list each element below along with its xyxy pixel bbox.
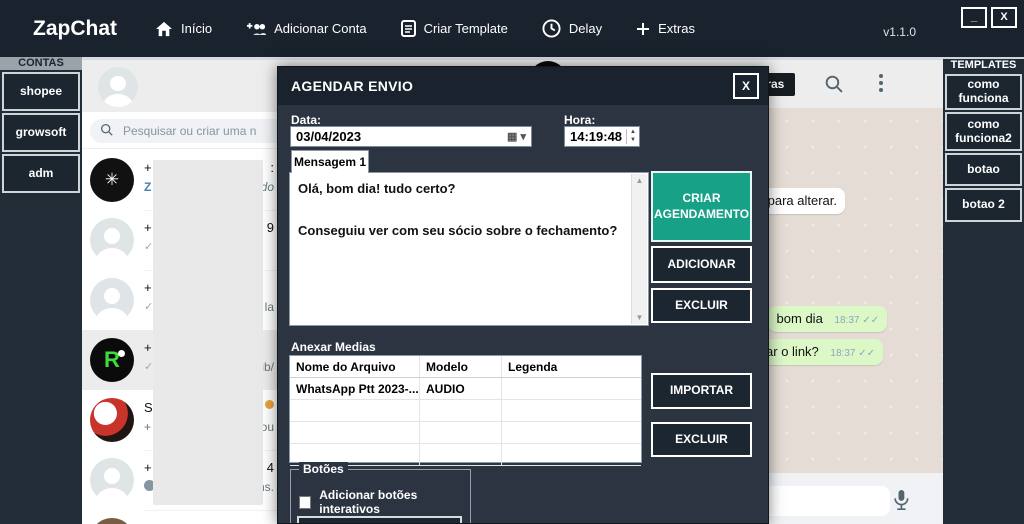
media-table-header: Nome do Arquivo Modelo Legenda bbox=[290, 356, 641, 378]
nav-adicionar-conta[interactable]: Adicionar Conta bbox=[246, 21, 367, 36]
calendar-icon[interactable]: ▦ ▾ bbox=[507, 130, 526, 143]
buttons-stub-box bbox=[297, 516, 462, 524]
default-avatar bbox=[90, 218, 134, 262]
accounts-panel: CONTAS shopee growsoft adm bbox=[0, 57, 82, 524]
excluir-media-button[interactable]: EXCLUIR bbox=[651, 422, 752, 457]
checkbox[interactable] bbox=[299, 496, 311, 509]
outgoing-message-bubble[interactable]: bom dia 18:37 ✓✓ bbox=[768, 306, 887, 332]
time-input[interactable]: 14:19:48 ▲▼ bbox=[564, 126, 640, 147]
nav-criar-template[interactable]: Criar Template bbox=[401, 20, 508, 37]
app-topbar: ZapChat Início Adicionar Conta Criar Tem… bbox=[0, 0, 1024, 57]
templates-panel-header: TEMPLATES bbox=[943, 59, 1024, 72]
delivered-check: ✓ bbox=[144, 300, 153, 314]
textarea-scrollbar[interactable]: ▲▼ bbox=[631, 174, 647, 324]
template-button-como-funciona2[interactable]: como funciona2 bbox=[945, 112, 1022, 151]
account-button-growsoft[interactable]: growsoft bbox=[2, 113, 80, 152]
conversation-search-icon[interactable] bbox=[824, 74, 843, 98]
modal-header: AGENDAR ENVIO X bbox=[278, 67, 768, 105]
default-avatar bbox=[90, 278, 134, 322]
botoes-legend: Botões bbox=[299, 462, 348, 476]
home-icon bbox=[155, 21, 173, 37]
message-text: Olá, bom dia! tudo certo? Conseguiu ver … bbox=[298, 179, 624, 321]
templates-panel: TEMPLATES como funciona como funciona2 b… bbox=[943, 57, 1024, 524]
time-spinner[interactable]: ▲▼ bbox=[626, 129, 636, 143]
template-button-como-funciona[interactable]: como funciona bbox=[945, 74, 1022, 110]
double-check-icon: ✓✓ bbox=[862, 315, 879, 326]
adicionar-button[interactable]: ADICIONAR bbox=[651, 246, 752, 283]
modal-title: AGENDAR ENVIO bbox=[291, 78, 413, 94]
template-button-botao-2[interactable]: botao 2 bbox=[945, 188, 1022, 222]
partial-avatar bbox=[90, 518, 134, 524]
nav-inicio[interactable]: Início bbox=[155, 21, 212, 37]
importar-button[interactable]: IMPORTAR bbox=[651, 373, 752, 409]
accounts-panel-header: CONTAS bbox=[0, 57, 82, 70]
microphone-icon[interactable] bbox=[891, 488, 911, 517]
scroll-up-icon[interactable]: ▲ bbox=[636, 176, 644, 185]
date-label: Data: bbox=[291, 113, 321, 127]
media-table-empty-row bbox=[290, 422, 641, 444]
template-button-botao[interactable]: botao bbox=[945, 153, 1022, 186]
chat-list-panel: Pesquisar ou criar uma n ✳ +: Zndo +9 ✓ … bbox=[82, 60, 280, 524]
chatgpt-avatar: ✳ bbox=[90, 158, 134, 202]
my-profile-avatar[interactable] bbox=[98, 67, 138, 107]
add-account-icon bbox=[246, 22, 266, 36]
pinned-icon bbox=[265, 400, 274, 409]
photo-avatar bbox=[90, 398, 134, 442]
search-icon bbox=[100, 123, 113, 139]
nav-delay[interactable]: Delay bbox=[542, 19, 602, 38]
nav-extras[interactable]: Extras bbox=[636, 21, 695, 36]
app-title: ZapChat bbox=[33, 17, 117, 41]
botoes-fieldset: Botões Adicionar botões interativos bbox=[290, 469, 471, 524]
delivered-check: ✓ bbox=[144, 240, 153, 253]
criar-agendamento-button[interactable]: CRIAR AGENDAMENTO bbox=[651, 171, 752, 242]
plus-icon bbox=[636, 22, 650, 36]
interactive-buttons-checkbox-row[interactable]: Adicionar botões interativos bbox=[299, 488, 470, 516]
search-band: Pesquisar ou criar uma n bbox=[82, 112, 280, 149]
tab-mensagem-1[interactable]: Mensagem 1 bbox=[291, 150, 369, 173]
close-window-button[interactable]: X bbox=[991, 7, 1017, 28]
date-input[interactable]: 03/04/2023 ▦ ▾ bbox=[290, 126, 532, 147]
redaction-overlay bbox=[153, 160, 263, 505]
default-avatar bbox=[90, 458, 134, 502]
kebab-menu-icon[interactable] bbox=[879, 74, 883, 95]
delay-clock-icon bbox=[542, 19, 561, 38]
anexar-medias-label: Anexar Medias bbox=[291, 340, 376, 354]
excluir-mensagem-button[interactable]: EXCLUIR bbox=[651, 288, 752, 323]
main-nav: Início Adicionar Conta Criar Template De… bbox=[155, 0, 695, 57]
chat-list-item-partial[interactable] bbox=[82, 510, 280, 524]
double-check-icon: ✓✓ bbox=[858, 348, 875, 359]
modal-close-button[interactable]: X bbox=[733, 73, 759, 99]
app-version: v1.1.0 bbox=[883, 25, 916, 39]
account-button-shopee[interactable]: shopee bbox=[2, 72, 80, 111]
chat-search-input[interactable]: Pesquisar ou criar uma n bbox=[90, 119, 280, 143]
chat-list-header bbox=[82, 60, 280, 112]
agendar-envio-modal: AGENDAR ENVIO X Data: 03/04/2023 ▦ ▾ Hor… bbox=[277, 66, 769, 524]
checkbox-label: Adicionar botões interativos bbox=[319, 488, 470, 516]
time-label: Hora: bbox=[564, 113, 595, 127]
minimize-button[interactable]: _ bbox=[961, 7, 987, 28]
kick-avatar: R bbox=[90, 338, 134, 382]
template-icon bbox=[401, 20, 416, 37]
message-textarea[interactable]: Olá, bom dia! tudo certo? Conseguiu ver … bbox=[289, 172, 649, 326]
account-button-adm[interactable]: adm bbox=[2, 154, 80, 193]
media-table[interactable]: Nome do Arquivo Modelo Legenda WhatsApp … bbox=[289, 355, 642, 463]
media-table-empty-row bbox=[290, 400, 641, 422]
scroll-down-icon[interactable]: ▼ bbox=[636, 313, 644, 322]
delivered-check: ✓ bbox=[144, 360, 153, 374]
media-table-row[interactable]: WhatsApp Ptt 2023-... AUDIO bbox=[290, 378, 641, 400]
message-input[interactable] bbox=[762, 486, 890, 516]
search-placeholder: Pesquisar ou criar uma n bbox=[123, 124, 256, 138]
